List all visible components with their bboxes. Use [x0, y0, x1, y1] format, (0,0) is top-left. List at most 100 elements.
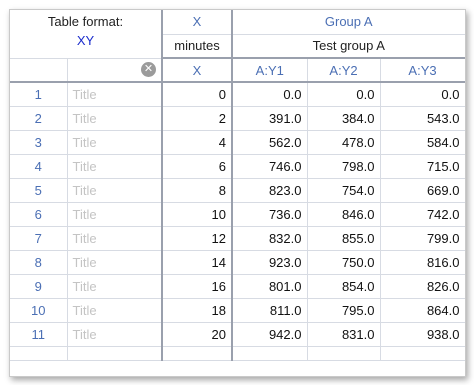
row-title-cell[interactable]: Title: [67, 322, 163, 347]
table-format-cell[interactable]: Table format: XY: [10, 10, 163, 59]
y1-value-cell[interactable]: 823.0: [232, 178, 308, 203]
x-subheader[interactable]: X: [162, 58, 233, 83]
xy-data-table: Table format: XY X Group A minutes Test …: [10, 10, 465, 361]
group-a-title[interactable]: Test group A: [232, 34, 465, 59]
empty-table-row: [10, 346, 465, 361]
row-number[interactable]: 3: [10, 130, 68, 155]
x-value-cell[interactable]: 18: [162, 298, 233, 323]
x-value-cell[interactable]: 14: [162, 250, 233, 275]
y3-value-cell[interactable]: 799.0: [380, 226, 465, 251]
table-row: 4 Title 6 746.0 798.0 715.0: [10, 154, 465, 179]
row-number[interactable]: 6: [10, 202, 68, 227]
empty-cell[interactable]: [67, 346, 163, 361]
y1-value-cell[interactable]: 746.0: [232, 154, 308, 179]
y2-subheader[interactable]: A:Y2: [307, 58, 381, 83]
row-title-cell[interactable]: Title: [67, 82, 163, 107]
empty-cell[interactable]: [307, 346, 381, 361]
group-a-header[interactable]: Group A: [232, 10, 465, 35]
x-value-cell[interactable]: 4: [162, 130, 233, 155]
y3-value-cell[interactable]: 669.0: [380, 178, 465, 203]
row-title-cell[interactable]: Title: [67, 178, 163, 203]
y1-value-cell[interactable]: 562.0: [232, 130, 308, 155]
y2-value-cell[interactable]: 754.0: [307, 178, 381, 203]
row-number[interactable]: 9: [10, 274, 68, 299]
row-number-header: [10, 58, 68, 83]
x-value-cell[interactable]: 0: [162, 82, 233, 107]
row-number[interactable]: 11: [10, 322, 68, 347]
y2-value-cell[interactable]: 831.0: [307, 322, 381, 347]
y1-value-cell[interactable]: 801.0: [232, 274, 308, 299]
table-format-value[interactable]: XY: [15, 33, 156, 48]
y3-value-cell[interactable]: 543.0: [380, 106, 465, 131]
y2-value-cell[interactable]: 384.0: [307, 106, 381, 131]
table-row: 7 Title 12 832.0 855.0 799.0: [10, 226, 465, 251]
table-row: 1 Title 0 0.0 0.0 0.0: [10, 82, 465, 107]
y3-value-cell[interactable]: 584.0: [380, 130, 465, 155]
y2-value-cell[interactable]: 798.0: [307, 154, 381, 179]
y1-value-cell[interactable]: 811.0: [232, 298, 308, 323]
clear-circle-x-icon[interactable]: ✕: [141, 62, 156, 78]
row-title-cell[interactable]: Title: [67, 106, 163, 131]
row-number[interactable]: 4: [10, 154, 68, 179]
table-row: 5 Title 8 823.0 754.0 669.0: [10, 178, 465, 203]
y3-value-cell[interactable]: 715.0: [380, 154, 465, 179]
empty-cell[interactable]: [232, 346, 308, 361]
y2-value-cell[interactable]: 750.0: [307, 250, 381, 275]
x-column-title[interactable]: minutes: [162, 34, 233, 59]
y2-value-cell[interactable]: 0.0: [307, 82, 381, 107]
y3-value-cell[interactable]: 816.0: [380, 250, 465, 275]
empty-cell[interactable]: [10, 346, 68, 361]
empty-cell[interactable]: [380, 346, 465, 361]
x-value-cell[interactable]: 10: [162, 202, 233, 227]
table-row: 10 Title 18 811.0 795.0 864.0: [10, 298, 465, 323]
table-row: 3 Title 4 562.0 478.0 584.0: [10, 130, 465, 155]
row-number[interactable]: 8: [10, 250, 68, 275]
table-row: 6 Title 10 736.0 846.0 742.0: [10, 202, 465, 227]
table-row: 2 Title 2 391.0 384.0 543.0: [10, 106, 465, 131]
y1-subheader[interactable]: A:Y1: [232, 58, 308, 83]
x-value-cell[interactable]: 8: [162, 178, 233, 203]
row-title-cell[interactable]: Title: [67, 226, 163, 251]
row-title-cell[interactable]: Title: [67, 130, 163, 155]
y2-value-cell[interactable]: 795.0: [307, 298, 381, 323]
x-value-cell[interactable]: 6: [162, 154, 233, 179]
y3-value-cell[interactable]: 826.0: [380, 274, 465, 299]
y1-value-cell[interactable]: 736.0: [232, 202, 308, 227]
y1-value-cell[interactable]: 0.0: [232, 82, 308, 107]
table-row: 8 Title 14 923.0 750.0 816.0: [10, 250, 465, 275]
row-title-cell[interactable]: Title: [67, 154, 163, 179]
row-title-cell[interactable]: Title: [67, 250, 163, 275]
row-number[interactable]: 1: [10, 82, 68, 107]
y2-value-cell[interactable]: 855.0: [307, 226, 381, 251]
y2-value-cell[interactable]: 478.0: [307, 130, 381, 155]
row-number[interactable]: 10: [10, 298, 68, 323]
row-number[interactable]: 2: [10, 106, 68, 131]
table-row: 11 Title 20 942.0 831.0 938.0: [10, 322, 465, 347]
table-format-label: Table format:: [47, 14, 124, 29]
y3-value-cell[interactable]: 0.0: [380, 82, 465, 107]
data-table-window: Table format: XY X Group A minutes Test …: [9, 9, 466, 377]
y3-subheader[interactable]: A:Y3: [380, 58, 465, 83]
table-row: 9 Title 16 801.0 854.0 826.0: [10, 274, 465, 299]
row-title-cell[interactable]: Title: [67, 274, 163, 299]
y1-value-cell[interactable]: 832.0: [232, 226, 308, 251]
y2-value-cell[interactable]: 854.0: [307, 274, 381, 299]
x-value-cell[interactable]: 16: [162, 274, 233, 299]
x-value-cell[interactable]: 20: [162, 322, 233, 347]
y3-value-cell[interactable]: 864.0: [380, 298, 465, 323]
y2-value-cell[interactable]: 846.0: [307, 202, 381, 227]
y1-value-cell[interactable]: 942.0: [232, 322, 308, 347]
row-number[interactable]: 5: [10, 178, 68, 203]
y1-value-cell[interactable]: 923.0: [232, 250, 308, 275]
y3-value-cell[interactable]: 742.0: [380, 202, 465, 227]
y3-value-cell[interactable]: 938.0: [380, 322, 465, 347]
row-title-cell[interactable]: Title: [67, 298, 163, 323]
x-value-cell[interactable]: 2: [162, 106, 233, 131]
x-column-header[interactable]: X: [162, 10, 233, 35]
row-number[interactable]: 7: [10, 226, 68, 251]
row-title-header: ✕: [67, 58, 163, 83]
y1-value-cell[interactable]: 391.0: [232, 106, 308, 131]
row-title-cell[interactable]: Title: [67, 202, 163, 227]
empty-cell[interactable]: [162, 346, 233, 361]
x-value-cell[interactable]: 12: [162, 226, 233, 251]
